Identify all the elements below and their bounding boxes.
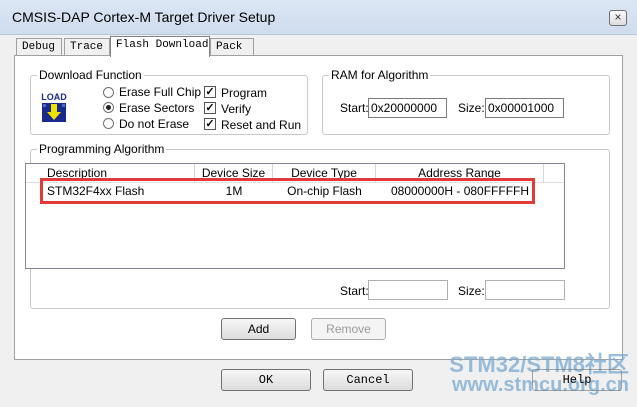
reset-and-run-checkbox[interactable]: ✓ [204, 118, 216, 130]
column-address-range[interactable]: Address Range [376, 164, 544, 182]
algorithm-start-label: Start: [340, 284, 369, 298]
column-description[interactable]: Description [26, 164, 195, 182]
erase-full-chip-label[interactable]: Erase Full Chip [119, 85, 201, 99]
do-not-erase-radio[interactable] [103, 118, 114, 129]
ram-start-field[interactable]: 0x20000000 [368, 98, 447, 118]
verify-checkbox[interactable]: ✓ [204, 102, 216, 114]
load-icon-text: LOAD [41, 92, 67, 102]
program-checkbox[interactable]: ✓ [204, 86, 216, 98]
remove-button[interactable]: Remove [311, 318, 386, 340]
algorithm-start-field[interactable] [368, 280, 448, 300]
ok-button[interactable]: OK [221, 369, 311, 391]
row-device-size: 1M [225, 184, 243, 198]
cancel-button[interactable]: Cancel [323, 369, 413, 391]
dialog-window: CMSIS-DAP Cortex-M Target Driver Setup ×… [0, 0, 637, 407]
title-bar[interactable]: CMSIS-DAP Cortex-M Target Driver Setup × [0, 0, 637, 35]
erase-full-chip-radio[interactable] [103, 87, 114, 98]
row-description: STM32F4xx Flash [47, 184, 145, 198]
column-device-type[interactable]: Device Type [273, 164, 376, 182]
ram-size-label: Size: [458, 101, 485, 115]
close-button[interactable]: × [609, 10, 627, 26]
erase-sectors-radio[interactable] [103, 102, 114, 113]
row-device-type: On-chip Flash [287, 184, 362, 198]
ram-for-algorithm-title: RAM for Algorithm [329, 68, 431, 82]
table-row[interactable]: STM32F4xx Flash 1M On-chip Flash 0800000… [26, 182, 564, 200]
erase-sectors-label[interactable]: Erase Sectors [119, 101, 194, 115]
tab-debug[interactable]: Debug [16, 38, 62, 56]
add-button[interactable]: Add [221, 318, 296, 340]
program-label[interactable]: Program [221, 86, 267, 100]
row-address-range: 08000000H - 080FFFFFH [390, 184, 530, 198]
load-icon: LOAD [38, 91, 70, 123]
tab-flash-download[interactable]: Flash Download [110, 36, 210, 57]
close-icon: × [614, 10, 622, 24]
programming-algorithm-title: Programming Algorithm [37, 142, 167, 156]
algorithm-list[interactable]: Description Device Size Device Type Addr… [25, 163, 565, 269]
do-not-erase-label[interactable]: Do not Erase [119, 117, 189, 131]
verify-label[interactable]: Verify [221, 102, 251, 116]
download-function-title: Download Function [37, 68, 144, 82]
algorithm-size-label: Size: [458, 284, 485, 298]
tab-trace[interactable]: Trace [64, 38, 110, 56]
algorithm-size-field[interactable] [485, 280, 565, 300]
reset-and-run-label[interactable]: Reset and Run [221, 118, 301, 132]
tab-pack[interactable]: Pack [210, 38, 254, 56]
column-device-size[interactable]: Device Size [195, 164, 273, 182]
ram-size-field[interactable]: 0x00001000 [485, 98, 564, 118]
list-header: Description Device Size Device Type Addr… [26, 164, 564, 183]
ram-start-label: Start: [340, 101, 369, 115]
window-title: CMSIS-DAP Cortex-M Target Driver Setup [12, 9, 276, 25]
help-button[interactable]: Help [532, 369, 622, 391]
